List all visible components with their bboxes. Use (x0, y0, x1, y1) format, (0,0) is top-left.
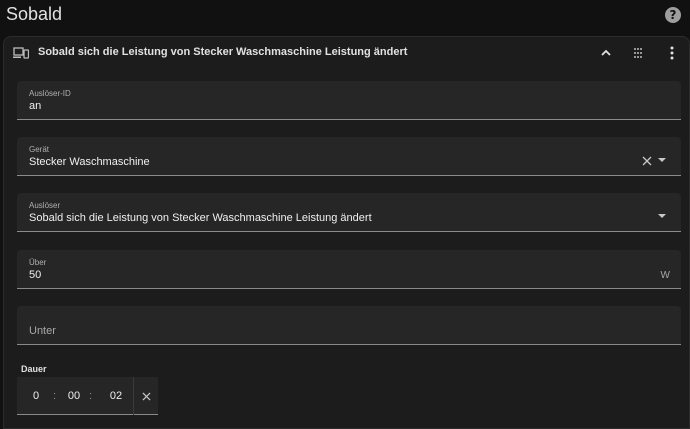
dots-vertical-icon[interactable] (668, 46, 676, 60)
below-placeholder: Unter (29, 325, 56, 337)
unit-suffix: W (660, 270, 670, 281)
trigger-label: Auslöser (29, 201, 61, 210)
devices-icon (13, 47, 29, 59)
device-label: Gerät (29, 145, 50, 154)
trigger-select[interactable]: Auslöser Sobald sich die Leistung von St… (17, 193, 681, 232)
duration-seconds[interactable]: 02 (105, 377, 127, 415)
above-value[interactable]: 50 (29, 269, 41, 281)
trigger-id-field[interactable]: Auslöser-ID an (17, 81, 681, 120)
chevron-down-icon[interactable] (658, 214, 666, 218)
chevron-up-icon[interactable] (600, 47, 612, 59)
device-value[interactable]: Stecker Waschmaschine (29, 156, 150, 168)
above-field[interactable]: Über 50 W (17, 250, 681, 289)
duration-minutes[interactable]: 00 (63, 377, 85, 415)
page-title: Sobald (6, 4, 63, 24)
chevron-down-icon[interactable] (658, 158, 666, 162)
trigger-value[interactable]: Sobald sich die Leistung von Stecker Was… (29, 212, 372, 224)
card-header[interactable]: Sobald sich die Leistung von Stecker Was… (4, 37, 689, 69)
duration-separator: : (89, 390, 93, 402)
device-select[interactable]: Gerät Stecker Waschmaschine (17, 137, 681, 176)
duration-label: Dauer (21, 364, 47, 374)
duration-separator: : (53, 390, 57, 402)
below-field[interactable]: Unter (17, 306, 681, 345)
trigger-id-value[interactable]: an (29, 100, 41, 112)
help-icon[interactable]: ? (665, 7, 681, 23)
trigger-card: Sobald sich die Leistung von Stecker Was… (3, 36, 690, 429)
card-title: Sobald sich die Leistung von Stecker Was… (38, 46, 408, 58)
duration-divider (133, 377, 134, 415)
clear-icon[interactable] (642, 156, 652, 166)
clear-icon[interactable] (142, 392, 151, 401)
drag-handle-icon[interactable] (632, 46, 644, 60)
duration-hours[interactable]: 0 (27, 377, 45, 415)
trigger-id-label: Auslöser-ID (29, 89, 71, 98)
above-label: Über (29, 258, 47, 267)
duration-input: 0 : 00 : 02 (17, 377, 158, 415)
